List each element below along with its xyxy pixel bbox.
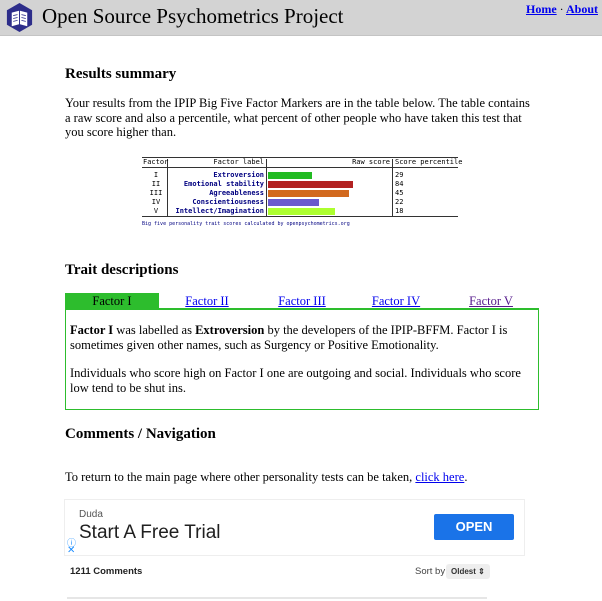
comments-count: 1211 Comments — [70, 566, 143, 577]
trait-name: Extroversion — [195, 323, 265, 337]
table-caption: Big five personality trait scores calcul… — [142, 221, 350, 227]
ad-close-icon[interactable]: ✕ — [67, 545, 75, 556]
score-percentile: 45 — [395, 189, 404, 197]
return-period: . — [464, 470, 468, 484]
comments-nav-heading: Comments / Navigation — [65, 426, 216, 442]
score-bar — [268, 190, 349, 197]
factor-tabs: Factor I Factor II Factor III Factor IV … — [65, 293, 539, 309]
tab-factor-3[interactable]: Factor III — [255, 293, 349, 309]
score-percentile: 29 — [395, 171, 404, 179]
click-here-link[interactable]: click here — [415, 470, 464, 484]
table-divider — [167, 159, 168, 216]
results-table: Factor Factor label Raw score Score perc… — [142, 157, 463, 232]
ad-headline[interactable]: Start A Free Trial — [79, 522, 221, 544]
tab-factor-5[interactable]: Factor V — [444, 293, 538, 309]
sort-select[interactable]: Oldest ⇕ — [446, 564, 490, 579]
results-intro: Your results from the IPIP Big Five Fact… — [65, 96, 530, 139]
factor-label: Emotional stability — [183, 180, 264, 188]
factor-number: V — [153, 207, 159, 215]
factor-number: I — [153, 171, 159, 179]
factor-name: Factor I — [70, 323, 114, 337]
link-separator: · — [559, 2, 564, 16]
ad-brand: Duda — [79, 509, 103, 520]
factor-number: II — [151, 180, 161, 188]
score-percentile: 22 — [395, 198, 404, 206]
site-title: Open Source Psychometrics Project — [42, 4, 344, 28]
score-bar — [268, 208, 335, 215]
table-header-rule — [142, 167, 458, 168]
col-percentile-header: Score percentile — [395, 158, 463, 166]
ad-banner[interactable]: Duda Start A Free Trial OPEN ⓘ ✕ — [65, 500, 524, 556]
trait-description-panel: Factor I was labelled as Extroversion by… — [65, 309, 539, 410]
col-raw-header: Raw score — [352, 158, 390, 166]
factor-number: IV — [151, 198, 161, 206]
factor-label: Extroversion — [213, 171, 264, 179]
tab-factor-1[interactable]: Factor I — [65, 293, 159, 309]
return-sentence: To return to the main page where other p… — [65, 470, 416, 484]
top-links: Home · About — [526, 2, 598, 17]
score-bar — [268, 172, 312, 179]
factor-label: Agreeableness — [209, 189, 264, 197]
results-heading: Results summary — [65, 66, 177, 82]
ad-open-button[interactable]: OPEN — [434, 514, 514, 540]
score-bar — [268, 199, 319, 206]
trait-text: was labelled as — [113, 323, 196, 337]
site-header: Open Source Psychometrics Project Home ·… — [0, 0, 602, 36]
trait-description-1: Factor I was labelled as Extroversion by… — [70, 323, 530, 353]
sort-label: Sort by — [415, 566, 446, 577]
tab-factor-2[interactable]: Factor II — [160, 293, 254, 309]
table-divider — [392, 159, 393, 216]
home-link[interactable]: Home — [526, 2, 557, 16]
table-divider — [266, 159, 267, 216]
score-percentile: 18 — [395, 207, 404, 215]
book-hexagon-icon[interactable] — [4, 2, 35, 33]
comments-divider — [67, 597, 487, 599]
table-bottom-rule — [142, 216, 458, 217]
return-text: To return to the main page where other p… — [65, 470, 467, 485]
factor-number: III — [149, 189, 163, 197]
score-percentile: 84 — [395, 180, 404, 188]
col-label-header: Factor label — [213, 158, 264, 166]
trait-description-2: Individuals who score high on Factor I o… — [70, 366, 521, 395]
tab-factor-4[interactable]: Factor IV — [349, 293, 443, 309]
score-bar — [268, 181, 353, 188]
traits-heading: Trait descriptions — [65, 262, 179, 278]
about-link[interactable]: About — [566, 2, 598, 16]
col-factor-header: Factor — [143, 158, 169, 166]
factor-label: Intellect/Imagination — [175, 207, 264, 215]
factor-label: Conscientiousness — [192, 198, 264, 206]
